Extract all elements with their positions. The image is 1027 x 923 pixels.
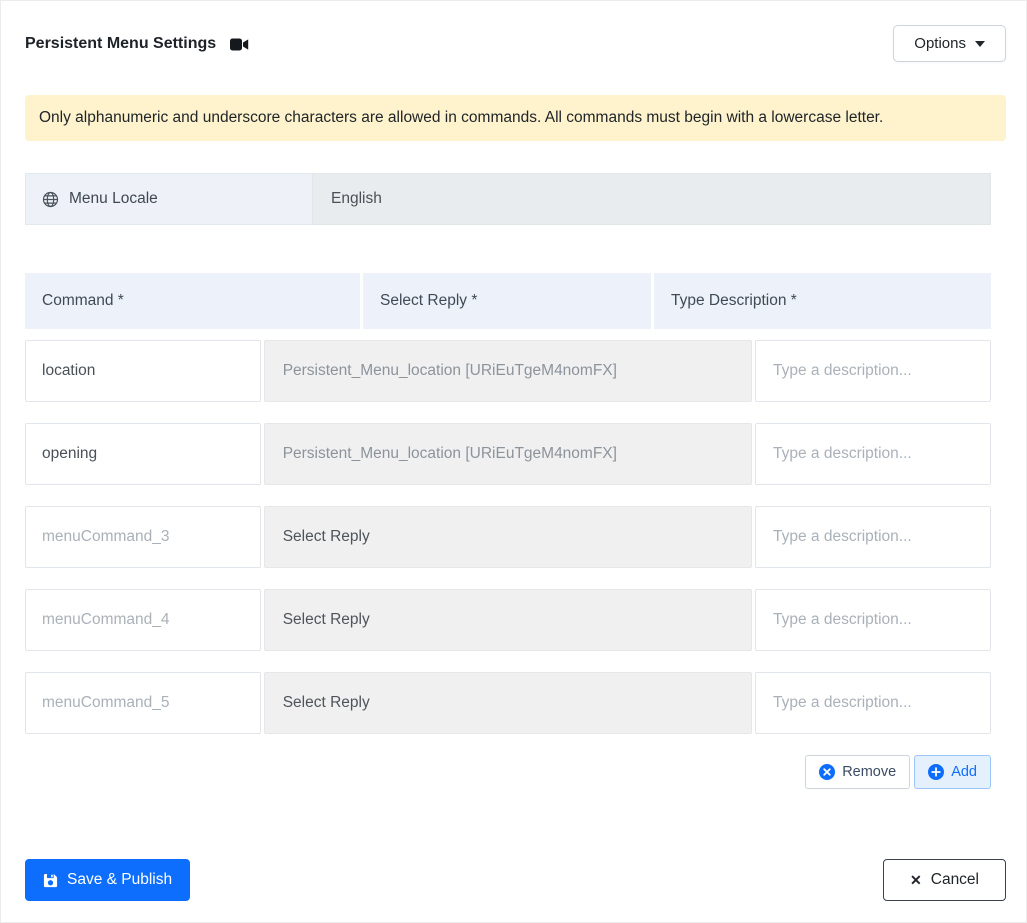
remove-row-button[interactable]: Remove — [805, 755, 911, 789]
description-input[interactable] — [755, 506, 991, 568]
save-publish-label: Save & Publish — [67, 871, 173, 888]
command-row: Select Reply — [25, 589, 991, 651]
header-select-reply: Select Reply * — [363, 273, 651, 329]
menu-locale-label-text: Menu Locale — [69, 190, 158, 207]
commands-table-header: Command * Select Reply * Type Descriptio… — [25, 273, 991, 329]
save-icon — [43, 873, 58, 888]
add-button-label: Add — [951, 764, 977, 780]
command-input[interactable] — [25, 340, 261, 402]
menu-locale-value[interactable]: English — [312, 173, 991, 225]
cancel-button-label: Cancel — [930, 871, 979, 888]
commands-table: Command * Select Reply * Type Descriptio… — [25, 273, 991, 789]
save-publish-button[interactable]: Save & Publish — [25, 859, 191, 901]
command-row: Persistent_Menu_location [URiEuTgeM4nomF… — [25, 423, 991, 485]
remove-circle-icon — [819, 764, 836, 780]
persistent-menu-settings-panel: Persistent Menu Settings Options Only al… — [0, 0, 1027, 923]
cancel-button[interactable]: ✕ Cancel — [883, 859, 1006, 901]
video-camera-icon — [230, 38, 249, 51]
row-actions: Remove Add — [25, 755, 991, 789]
reply-select[interactable]: Select Reply — [263, 672, 752, 734]
reply-select[interactable]: Persistent_Menu_location [URiEuTgeM4nomF… — [263, 423, 752, 485]
command-input[interactable] — [25, 589, 261, 651]
globe-icon — [42, 191, 59, 208]
description-input[interactable] — [755, 423, 991, 485]
header-type-description: Type Description * — [654, 273, 991, 329]
reply-select[interactable]: Select Reply — [263, 506, 752, 568]
menu-locale-label: Menu Locale — [25, 173, 312, 225]
reply-select[interactable]: Select Reply — [263, 589, 752, 651]
command-input[interactable] — [25, 672, 261, 734]
command-input[interactable] — [25, 506, 261, 568]
command-row: Select Reply — [25, 506, 991, 568]
options-button-label: Options — [914, 35, 966, 52]
reply-select-value: Select Reply — [282, 528, 370, 545]
description-input[interactable] — [755, 340, 991, 402]
remove-button-label: Remove — [842, 764, 897, 780]
reply-select-value: Persistent_Menu_location [URiEuTgeM4nomF… — [282, 362, 617, 379]
reply-select-value: Select Reply — [282, 611, 370, 628]
alert-text: Only alphanumeric and underscore charact… — [39, 109, 884, 126]
top-bar: Persistent Menu Settings Options — [25, 25, 1006, 62]
menu-locale-group: Menu Locale English — [25, 173, 991, 225]
add-row-button[interactable]: Add — [914, 755, 991, 789]
title-wrap: Persistent Menu Settings — [25, 35, 249, 53]
reply-select-value: Select Reply — [282, 694, 370, 711]
description-input[interactable] — [755, 589, 991, 651]
caret-down-icon — [975, 40, 985, 47]
footer-bar: Save & Publish ✕ Cancel — [25, 859, 1006, 901]
page-title: Persistent Menu Settings — [25, 34, 217, 52]
options-button[interactable]: Options — [893, 25, 1006, 62]
description-input[interactable] — [755, 672, 991, 734]
add-circle-icon — [928, 764, 945, 780]
warning-alert: Only alphanumeric and underscore charact… — [25, 95, 1006, 141]
command-row: Select Reply — [25, 672, 991, 734]
command-input[interactable] — [25, 423, 261, 485]
reply-select[interactable]: Persistent_Menu_location [URiEuTgeM4nomF… — [263, 340, 752, 402]
command-rows: Persistent_Menu_location [URiEuTgeM4nomF… — [25, 340, 991, 734]
command-row: Persistent_Menu_location [URiEuTgeM4nomF… — [25, 340, 991, 402]
reply-select-value: Persistent_Menu_location [URiEuTgeM4nomF… — [282, 445, 617, 462]
close-x-icon: ✕ — [910, 872, 922, 888]
header-command: Command * — [25, 273, 360, 329]
